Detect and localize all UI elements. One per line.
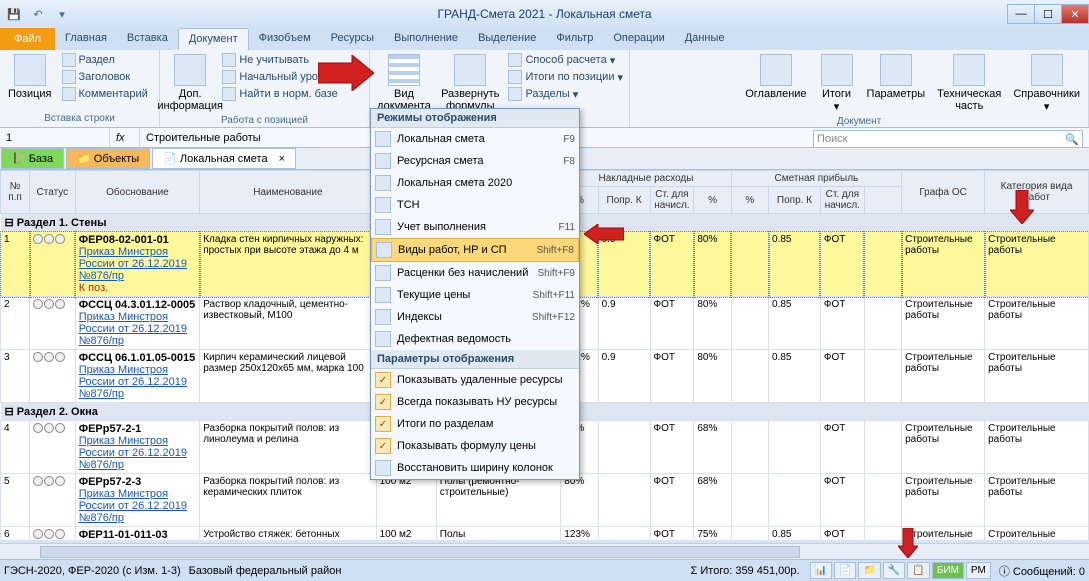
- dd-header-modes: Режимы отображения: [371, 109, 579, 128]
- maximize-button[interactable]: ☐: [1034, 4, 1062, 24]
- qat-redo-icon[interactable]: ▾: [52, 4, 72, 24]
- dd-itogi-razd[interactable]: ✓Итоги по разделам: [371, 413, 579, 435]
- btn-razvernut[interactable]: Развернуть формулы: [438, 52, 502, 114]
- sb-bim[interactable]: БИМ: [932, 562, 964, 579]
- dd-restore-width[interactable]: Восстановить ширину колонок: [371, 457, 579, 479]
- btn-dopinfo[interactable]: Доп. информация: [164, 52, 216, 114]
- close-button[interactable]: ✕: [1061, 4, 1089, 24]
- col-naim[interactable]: Наименование: [200, 171, 376, 214]
- btn-spravochniki[interactable]: Справочники ▾: [1009, 52, 1084, 115]
- dd-tek-ceny[interactable]: Текущие ценыShift+F11: [371, 284, 579, 306]
- dd-resource-smeta[interactable]: Ресурсная сметаF8: [371, 150, 579, 172]
- close-tab-icon[interactable]: ×: [279, 153, 285, 165]
- sb-icon[interactable]: 🔧: [883, 562, 905, 579]
- title-bar: 💾 ↶ ▾ ГРАНД-Смета 2021 - Локальная смета…: [0, 0, 1089, 28]
- dd-header-params: Параметры отображения: [371, 350, 579, 369]
- sb-base: ГЭСН-2020, ФЕР-2020 (с Изм. 1-3): [4, 565, 181, 577]
- btn-zagolovok[interactable]: Заголовок: [60, 69, 150, 85]
- dd-uchet[interactable]: Учет выполненияF11: [371, 216, 579, 238]
- tab-selection[interactable]: Выделение: [468, 28, 546, 50]
- btn-tech-chast[interactable]: Техническая часть: [933, 52, 1005, 114]
- tab-main[interactable]: Главная: [55, 28, 117, 50]
- nav-base[interactable]: 📗База: [1, 148, 64, 169]
- btn-oglavlenie[interactable]: Оглавление: [741, 52, 810, 102]
- tab-document[interactable]: Документ: [178, 28, 249, 50]
- dd-defekt[interactable]: Дефектная ведомость: [371, 328, 579, 350]
- tab-resources[interactable]: Ресурсы: [321, 28, 384, 50]
- sb-icon[interactable]: 📁: [858, 562, 880, 579]
- h-scrollbar[interactable]: [0, 543, 1089, 559]
- tab-filter[interactable]: Фильтр: [546, 28, 603, 50]
- sb-icon[interactable]: 📄: [834, 562, 856, 579]
- sb-rm[interactable]: РМ: [966, 562, 991, 579]
- dd-tsn[interactable]: ТСН: [371, 194, 579, 216]
- status-bar: ГЭСН-2020, ФЕР-2020 (с Изм. 1-3) Базовый…: [0, 559, 1089, 581]
- dd-show-formula[interactable]: ✓Показывать формулу цены: [371, 435, 579, 457]
- tab-insert[interactable]: Вставка: [117, 28, 178, 50]
- tab-data[interactable]: Данные: [675, 28, 735, 50]
- btn-sposob[interactable]: Способ расчета ▾: [506, 52, 625, 68]
- col-kateg[interactable]: Категория вида работ: [985, 171, 1089, 214]
- col-grafa[interactable]: Графа ОС: [902, 171, 985, 214]
- dd-rascenki[interactable]: Расценки без начисленийShift+F9: [371, 262, 579, 284]
- cell-ref[interactable]: 1: [0, 128, 110, 147]
- sb-itogo: Σ Итого: 359 451,00р.: [691, 565, 800, 577]
- ribbon-tabs: Файл Главная Вставка Документ Физобъем Р…: [0, 28, 1089, 50]
- tab-phys[interactable]: Физобъем: [249, 28, 321, 50]
- minimize-button[interactable]: —: [1007, 4, 1035, 24]
- btn-razdel[interactable]: Раздел: [60, 52, 150, 68]
- nav-doc[interactable]: 📄Локальная смета×: [152, 148, 296, 169]
- col-nakl[interactable]: Накладные расходы: [561, 171, 731, 187]
- dd-indexy[interactable]: ИндексыShift+F12: [371, 306, 579, 328]
- tab-file[interactable]: Файл: [0, 28, 55, 50]
- search-icon[interactable]: 🔍: [1065, 133, 1079, 146]
- annotation-arrow-4: [898, 528, 918, 558]
- col-smet[interactable]: Сметная прибыль: [731, 171, 901, 187]
- tab-execution[interactable]: Выполнение: [384, 28, 468, 50]
- tab-operations[interactable]: Операции: [603, 28, 674, 50]
- sb-messages[interactable]: ⓘ Сообщений: 0: [999, 563, 1085, 579]
- vid-dokumenta-menu: Режимы отображения Локальная сметаF9 Рес…: [370, 108, 580, 480]
- btn-itogi-poz[interactable]: Итоги по позиции ▾: [506, 69, 625, 85]
- table-row[interactable]: 5ФЕРр57-2-3Приказ Минстроя России от 26.…: [1, 474, 1089, 527]
- dd-local-smeta[interactable]: Локальная сметаF9: [371, 128, 579, 150]
- btn-parametry[interactable]: Параметры: [863, 52, 930, 102]
- btn-kommentariy[interactable]: Комментарий: [60, 86, 150, 102]
- search-box[interactable]: Поиск 🔍: [813, 130, 1083, 148]
- app-title: ГРАНД-Смета 2021 - Локальная смета: [437, 7, 651, 21]
- btn-position[interactable]: Позиция: [4, 52, 56, 102]
- sb-region: Базовый федеральный район: [189, 565, 342, 577]
- col-status[interactable]: Статус: [30, 171, 76, 214]
- dd-show-nu[interactable]: ✓Всегда показывать НУ ресурсы: [371, 391, 579, 413]
- qat-undo-icon[interactable]: ↶: [28, 4, 48, 24]
- nav-objects[interactable]: 📁Объекты: [66, 148, 150, 169]
- dd-local-2020[interactable]: Локальная смета 2020: [371, 172, 579, 194]
- btn-itogi[interactable]: Итоги ▾: [815, 52, 859, 115]
- col-obosn[interactable]: Обоснование: [75, 171, 200, 214]
- table-row[interactable]: 6ФЕР11-01-011-03Приказ Минстроя России о…: [1, 527, 1089, 541]
- col-np[interactable]: № п.п: [1, 171, 30, 214]
- sb-icon[interactable]: 📊: [810, 562, 832, 579]
- annotation-arrow-3: [1010, 190, 1034, 224]
- dd-show-deleted[interactable]: ✓Показывать удаленные ресурсы: [371, 369, 579, 391]
- dd-vidy-rabot[interactable]: Виды работ, НР и СПShift+F8: [371, 238, 579, 262]
- btn-razdely[interactable]: Разделы ▾: [506, 86, 625, 102]
- qat-save-icon[interactable]: 💾: [4, 4, 24, 24]
- annotation-arrow-1: [318, 55, 374, 91]
- annotation-arrow-2: [584, 224, 624, 244]
- fx-icon[interactable]: fx: [110, 128, 140, 147]
- sb-icon[interactable]: 📋: [907, 562, 929, 579]
